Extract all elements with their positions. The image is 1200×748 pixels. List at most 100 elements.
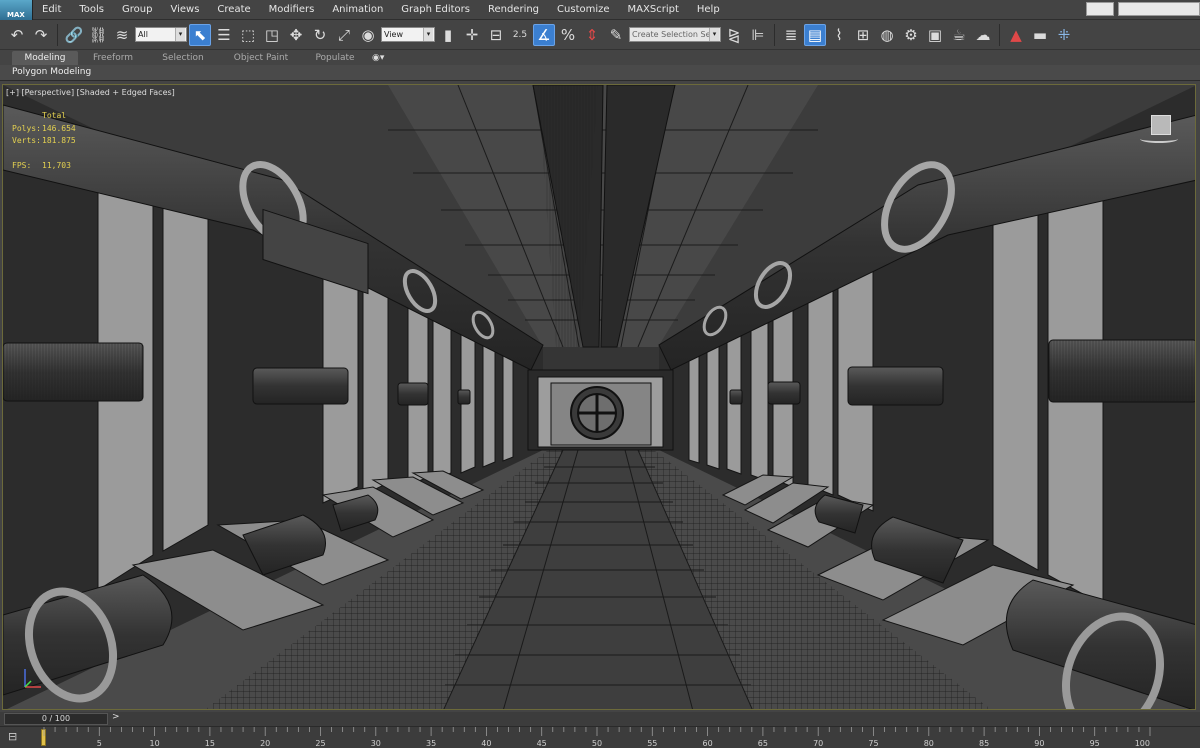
ruler-tick-label: 50 — [592, 739, 602, 748]
tab-object-paint[interactable]: Object Paint — [218, 51, 304, 65]
viewcube-compass-ring[interactable] — [1140, 135, 1178, 143]
named-selection-dropdown[interactable]: Create Selection Se ▾ — [629, 27, 721, 42]
ruler-tick-label: 35 — [426, 739, 436, 748]
perspective-viewport[interactable]: [+] [Perspective] [Shaded + Edged Faces]… — [2, 84, 1196, 710]
tab-populate[interactable]: Populate — [304, 51, 366, 65]
menu-item-group[interactable]: Group — [113, 0, 161, 20]
placement-icon[interactable]: ◉ — [357, 24, 379, 46]
mirror-icon[interactable]: ⧎ — [723, 24, 745, 46]
material-editor-icon[interactable]: ◍ — [876, 24, 898, 46]
stats-verts-label: Verts: — [12, 136, 41, 145]
align-icon[interactable]: ⊫ — [747, 24, 769, 46]
schematic-view-icon[interactable]: ⊞ — [852, 24, 874, 46]
snaps-toggle-icon[interactable]: 2.5 — [509, 24, 531, 46]
ruler-tick-label: 60 — [703, 739, 713, 748]
menu-item-customize[interactable]: Customize — [548, 0, 619, 20]
ruler-tick-label: 10 — [150, 739, 160, 748]
chevron-down-icon: ▾ — [423, 28, 433, 41]
rendered-frame-window-icon[interactable]: ▣ — [924, 24, 946, 46]
ruler-tick-label: 80 — [924, 739, 934, 748]
window-crossing-icon[interactable]: ◳ — [261, 24, 283, 46]
scale-icon[interactable]: ⤢ — [333, 24, 355, 46]
reference-coordinate-value: View — [384, 30, 403, 39]
percent-snap-icon[interactable]: % — [557, 24, 579, 46]
shader-icon[interactable]: ▬ — [1029, 24, 1051, 46]
menu-item-rendering[interactable]: Rendering — [479, 0, 548, 20]
track-ruler[interactable]: 5 10 15 20 25 30 35 40 45 50 55 60 65 70 75 80 85 90 95 100 — [42, 727, 1156, 748]
menu-items: Edit Tools Group Views Create Modifiers Animat… — [33, 0, 729, 20]
rectangular-selection-icon[interactable]: ⬚ — [237, 24, 259, 46]
curve-editor-icon[interactable]: ⌇ — [828, 24, 850, 46]
render-online-icon[interactable]: ☁ — [972, 24, 994, 46]
move-icon[interactable]: ✥ — [285, 24, 307, 46]
snap-label: 2.5 — [512, 29, 528, 40]
menu-item-tools[interactable]: Tools — [70, 0, 113, 20]
workspace-selector[interactable] — [1118, 2, 1200, 16]
menu-item-edit[interactable]: Edit — [33, 0, 70, 20]
time-slider-next-button[interactable]: > — [112, 712, 120, 722]
edit-named-selection-icon[interactable]: ✎ — [605, 24, 627, 46]
select-manipulate-icon[interactable]: ✛ — [461, 24, 483, 46]
ribbon-tabs: Modeling Freeform Selection Object Paint… — [0, 51, 1200, 65]
ruler-tick-label: 100 — [1135, 739, 1150, 748]
render-setup-icon[interactable]: ⚙ — [900, 24, 922, 46]
chevron-down-icon: ▾ — [709, 28, 719, 41]
ruler-tick-label: 65 — [758, 739, 768, 748]
toolbar-separator — [57, 23, 58, 46]
pivot-icon[interactable]: ▮ — [437, 24, 459, 46]
menu-item-modifiers[interactable]: Modifiers — [260, 0, 324, 20]
bind-space-warp-icon[interactable]: ≋ — [111, 24, 133, 46]
ruler-tick-label: 15 — [205, 739, 215, 748]
mini-curve-editor-icon[interactable]: ⊟ — [8, 730, 24, 744]
redo-icon[interactable]: ↷ — [30, 24, 52, 46]
far-end-door — [527, 369, 674, 451]
ruler-tick-label: 85 — [979, 739, 989, 748]
menu-item-help[interactable]: Help — [688, 0, 729, 20]
stats-polys-label: Polys: — [12, 123, 41, 133]
menu-item-animation[interactable]: Animation — [323, 0, 392, 20]
toolbar-separator — [774, 23, 775, 46]
render-icon[interactable]: ☕ — [948, 24, 970, 46]
selection-filter-dropdown[interactable]: All ▾ — [135, 27, 187, 42]
keyboard-shortcut-override-icon[interactable]: ⊟ — [485, 24, 507, 46]
particle-icon[interactable]: ⁜ — [1053, 24, 1075, 46]
tab-selection[interactable]: Selection — [148, 51, 218, 65]
viewcube[interactable] — [1151, 115, 1171, 135]
ruler-tick-label: 55 — [647, 739, 657, 748]
arnold-icon[interactable]: ▲ — [1005, 24, 1027, 46]
ruler-tick-label: 5 — [97, 739, 102, 748]
ruler-tick-label: 20 — [260, 739, 270, 748]
ruler-tick-label: 25 — [315, 739, 325, 748]
link-icon[interactable]: 🔗 — [63, 24, 85, 46]
select-object-icon[interactable]: ⬉ — [189, 23, 211, 46]
ruler-tick-label: 45 — [537, 739, 547, 748]
toolbar-separator — [999, 23, 1000, 46]
tab-freeform[interactable]: Freeform — [78, 51, 148, 65]
scene-explorer-icon[interactable]: ▤ — [804, 23, 826, 46]
rotate-icon[interactable]: ↻ — [309, 24, 331, 46]
tab-modeling[interactable]: Modeling — [12, 51, 78, 65]
menu-item-views[interactable]: Views — [161, 0, 208, 20]
viewport-statistics: Total Polys: 146.654 Verts: 181.875 FPS: 11… — [12, 110, 82, 172]
ruler-tick-label: 95 — [1090, 739, 1100, 748]
undo-icon[interactable]: ↶ — [6, 24, 28, 46]
menu-item-create[interactable]: Create — [208, 0, 259, 20]
menu-item-graph-editors[interactable]: Graph Editors — [392, 0, 479, 20]
layer-explorer-icon[interactable]: ≣ — [780, 24, 802, 46]
app-logo-button[interactable]: MAX — [0, 0, 33, 20]
stats-total-header: Total — [42, 111, 67, 120]
angle-snap-icon[interactable]: ∡ — [533, 23, 555, 46]
stats-fps-value: 11,703 — [42, 160, 71, 170]
unlink-icon[interactable]: ⛓ — [87, 24, 109, 46]
reference-coordinate-dropdown[interactable]: View ▾ — [381, 27, 435, 42]
viewport-label[interactable]: [+] [Perspective] [Shaded + Edged Faces] — [6, 88, 175, 97]
stats-polys-value: 146.654 — [42, 123, 76, 133]
polygon-modeling-label[interactable]: Polygon Modeling — [12, 67, 91, 77]
select-by-name-icon[interactable]: ☰ — [213, 24, 235, 46]
time-slider-handle[interactable]: 0 / 100 — [4, 713, 108, 725]
named-selection-placeholder: Create Selection Se — [632, 30, 711, 39]
menu-item-maxscript[interactable]: MAXScript — [619, 0, 688, 20]
workspace-toggle[interactable] — [1086, 2, 1114, 16]
ribbon-options-icon[interactable]: ◉▾ — [372, 53, 384, 63]
spinner-snap-icon[interactable]: ⇕ — [581, 24, 603, 46]
